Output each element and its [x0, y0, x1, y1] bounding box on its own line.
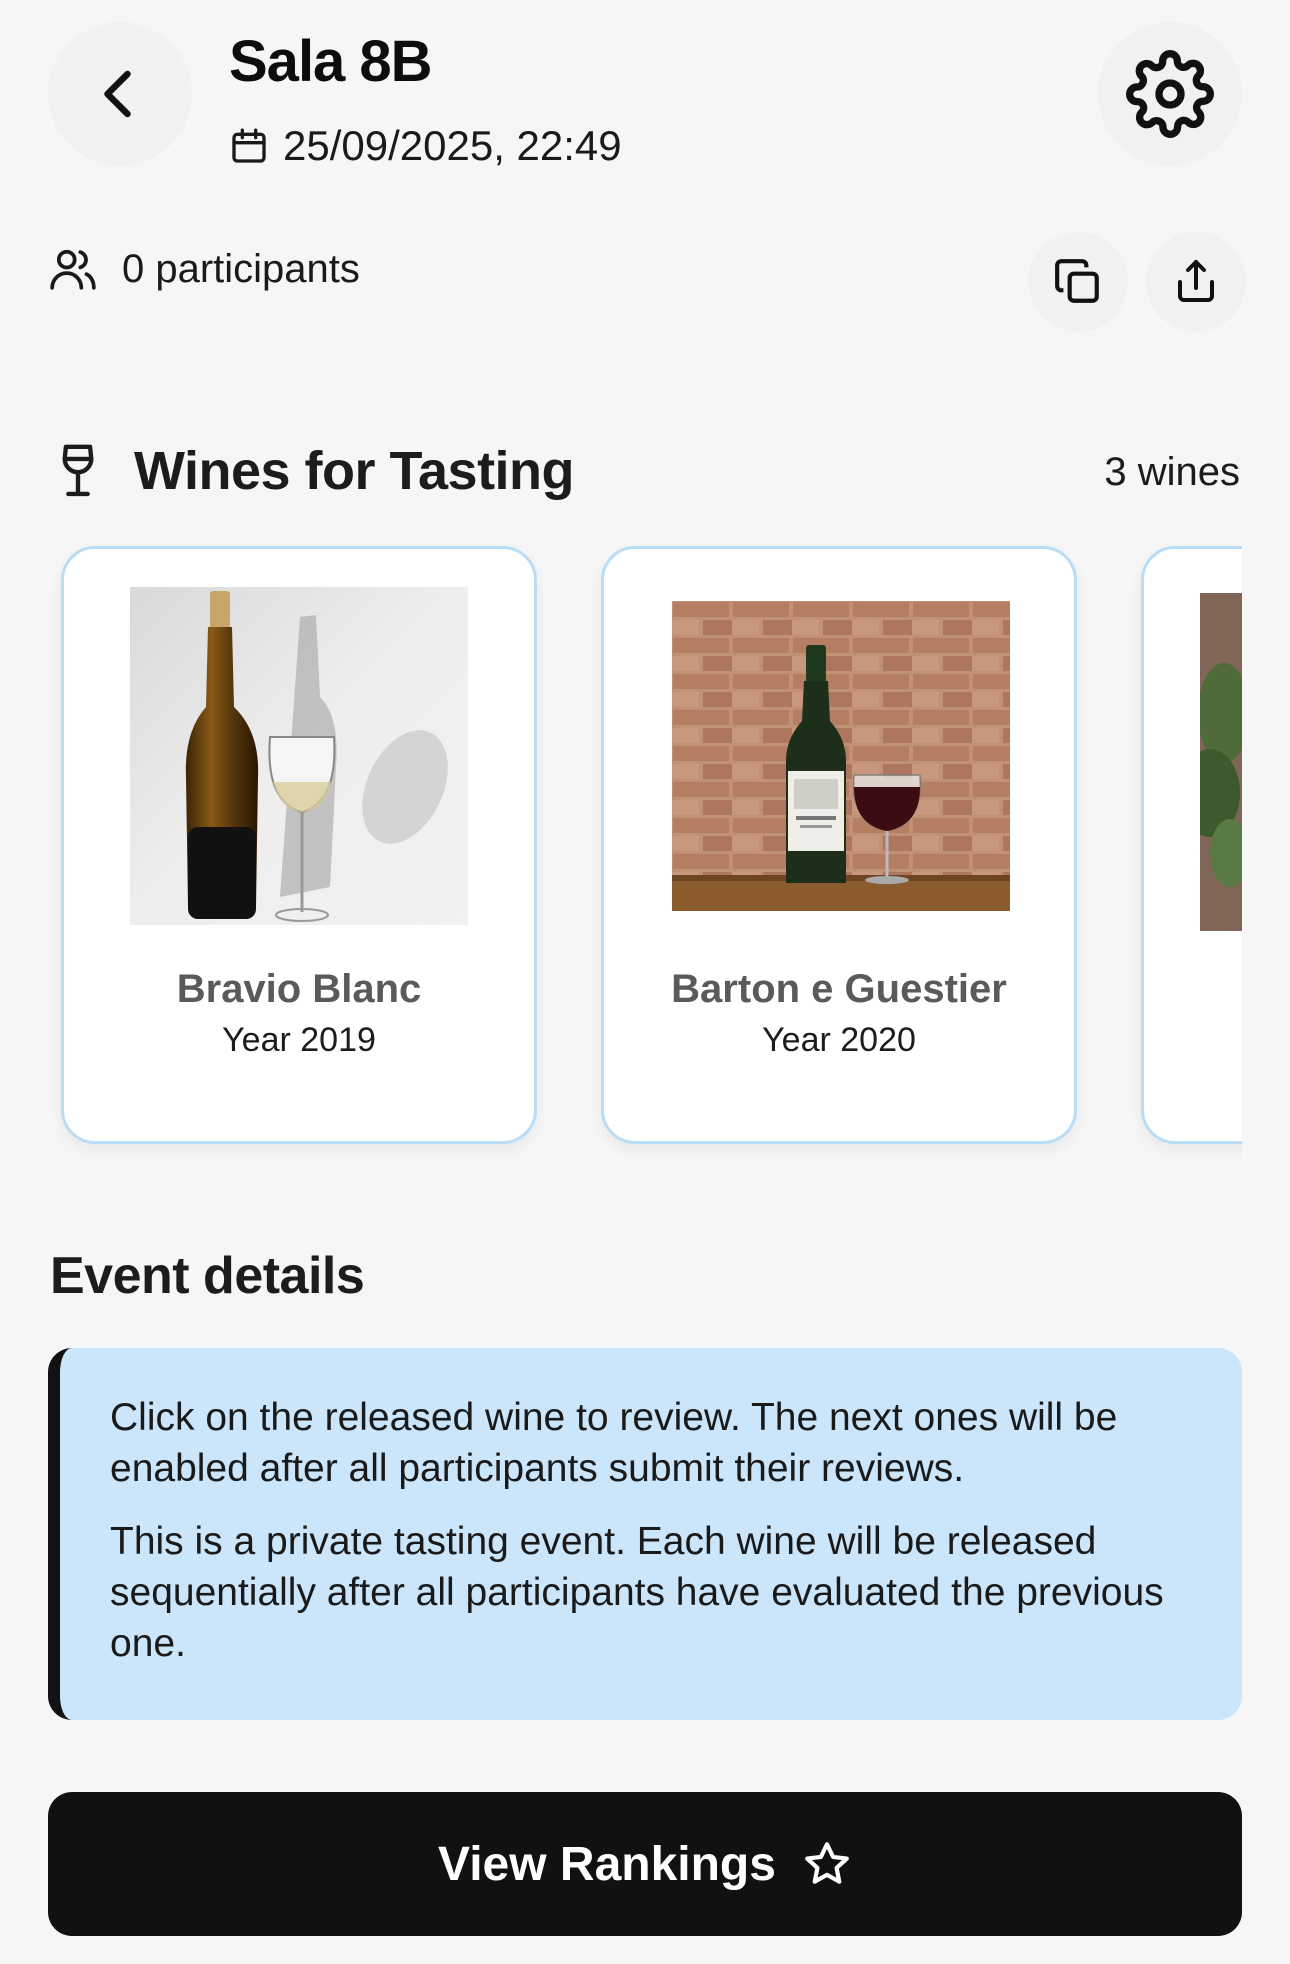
calendar-icon: [232, 128, 266, 163]
wine-year: Year 2019: [222, 1021, 376, 1059]
settings-button[interactable]: [1098, 22, 1242, 166]
section-title: Wines for Tasting: [134, 441, 575, 501]
info-paragraph: This is a private tasting event. Each wi…: [110, 1520, 1164, 1665]
wine-name: Barton e Guestier: [671, 967, 1007, 1011]
wine-name: Bravio Blanc: [176, 967, 422, 1011]
wine-plant-photo: [1200, 593, 1242, 931]
wine-card[interactable]: Bravio Blanc Year 2019: [61, 546, 537, 1144]
wine-bottle-glass-photo: [130, 587, 468, 925]
copy-icon: [1055, 259, 1099, 303]
view-rankings-label: View Rankings: [438, 1837, 776, 1891]
event-datetime: 25/09/2025, 22:49: [229, 122, 622, 170]
datetime-text: 25/09/2025, 22:49: [283, 122, 622, 169]
participants-info: 0 participants: [48, 244, 360, 294]
event-info-callout: Click on the released wine to review. Th…: [48, 1348, 1242, 1720]
star-icon: [805, 1842, 849, 1884]
back-button[interactable]: [48, 22, 192, 166]
event-details-title: Event details: [50, 1247, 365, 1305]
copy-button[interactable]: [1028, 232, 1128, 332]
users-icon: [50, 249, 96, 290]
share-button[interactable]: [1146, 232, 1246, 332]
wines-section-header: Wines for Tasting: [56, 440, 575, 502]
page-title: Sala 8B: [229, 29, 433, 94]
wine-bottle-brick-photo: [672, 601, 1010, 911]
wine-card[interactable]: [1141, 546, 1242, 1144]
wines-count: 3 wines: [1104, 450, 1240, 494]
participants-count: 0 participants: [122, 246, 360, 291]
wine-glass-icon: [62, 444, 94, 497]
wine-card[interactable]: Barton e Guestier Year 2020: [601, 546, 1077, 1144]
chevron-left-icon: [104, 70, 131, 118]
share-icon: [1178, 260, 1214, 302]
view-rankings-button[interactable]: View Rankings: [48, 1792, 1242, 1936]
gear-icon: [1126, 50, 1214, 138]
wine-year: Year 2020: [762, 1021, 916, 1059]
info-paragraph: Click on the released wine to review. Th…: [110, 1396, 1118, 1490]
wine-carousel[interactable]: Bravio Blanc Year 2019 Barton e Guestier…: [48, 540, 1242, 1160]
